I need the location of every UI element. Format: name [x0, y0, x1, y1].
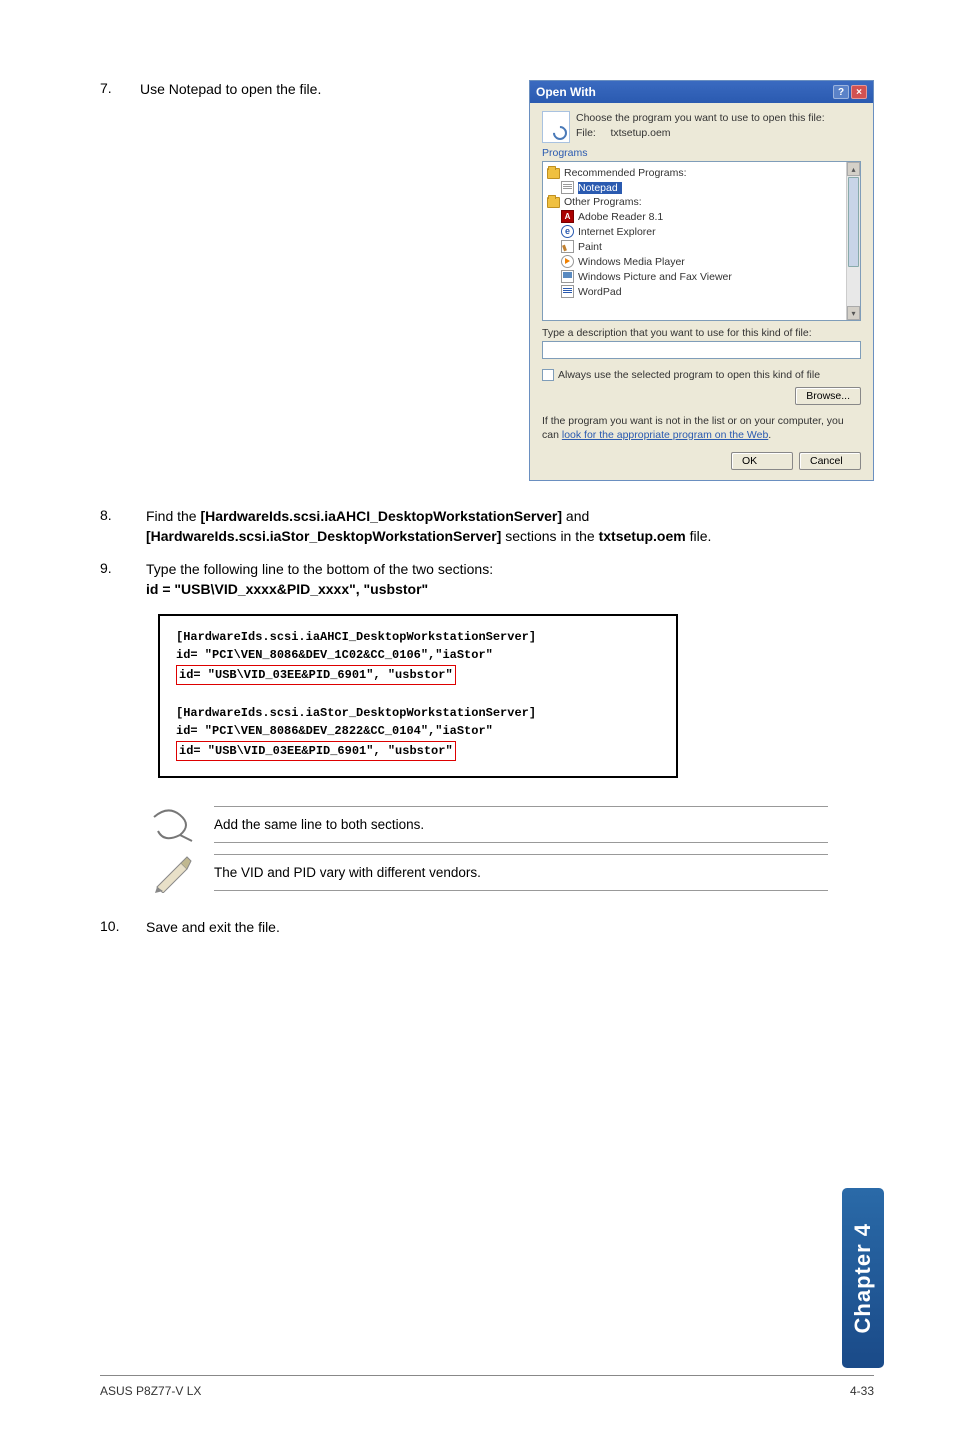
- list-item-label: Windows Picture and Fax Viewer: [578, 271, 732, 283]
- notepad-icon: [561, 181, 574, 194]
- dialog-head-line1: Choose the program you want to use to op…: [576, 111, 825, 126]
- dialog-titlebar[interactable]: Open With ? ×: [530, 81, 873, 103]
- list-item-label: Paint: [578, 241, 602, 253]
- scroll-down-icon[interactable]: ▾: [847, 306, 860, 320]
- scrollbar[interactable]: ▴ ▾: [846, 162, 860, 320]
- group-recommended: Recommended Programs:: [547, 166, 856, 180]
- chapter-tab-label: Chapter 4: [850, 1223, 876, 1333]
- step8-bold1: [HardwareIds.scsi.iaAHCI_DesktopWorkstat…: [200, 508, 562, 524]
- browse-button[interactable]: Browse...: [795, 387, 861, 405]
- code-line: id= "PCI\VEN_8086&DEV_2822&CC_0104","iaS…: [176, 722, 660, 740]
- code-box: [HardwareIds.scsi.iaAHCI_DesktopWorkstat…: [158, 614, 678, 778]
- open-with-dialog: Open With ? × Choose the program you wan…: [529, 80, 874, 481]
- wordpad-icon: [561, 285, 574, 298]
- pen-icon: [148, 852, 198, 894]
- paint-icon: [561, 240, 574, 253]
- footer-right: 4-33: [850, 1384, 874, 1398]
- help-icon[interactable]: ?: [833, 85, 849, 99]
- file-icon: [542, 111, 570, 143]
- step9-line1: Type the following line to the bottom of…: [146, 560, 854, 580]
- folder-icon: [547, 197, 560, 208]
- list-item-paint[interactable]: Paint: [547, 239, 856, 254]
- cancel-button[interactable]: Cancel: [799, 452, 861, 470]
- list-item-wordpad[interactable]: WordPad: [547, 284, 856, 299]
- list-item-notepad[interactable]: Notepad: [547, 180, 856, 195]
- group-other: Other Programs:: [547, 195, 856, 209]
- list-item-label: Notepad: [578, 182, 622, 194]
- folder-icon: [547, 168, 560, 179]
- step7-text: Use Notepad to open the file.: [140, 80, 509, 100]
- code-line: [HardwareIds.scsi.iaStor_DesktopWorkstat…: [176, 704, 660, 722]
- web-lookup-text: If the program you want is not in the li…: [542, 415, 861, 442]
- step8-number: 8.: [100, 507, 120, 546]
- wmp-icon: [561, 255, 574, 268]
- code-line-highlighted: id= "USB\VID_03EE&PID_6901", "usbstor": [176, 665, 456, 685]
- code-line: id= "PCI\VEN_8086&DEV_1C02&CC_0106","iaS…: [176, 646, 660, 664]
- always-use-checkbox[interactable]: [542, 369, 554, 381]
- list-item-label: Adobe Reader 8.1: [578, 211, 663, 223]
- note1-text: Add the same line to both sections.: [214, 806, 828, 843]
- group-other-label: Other Programs:: [564, 196, 642, 208]
- list-item-fax[interactable]: Windows Picture and Fax Viewer: [547, 269, 856, 284]
- file-label: File:: [576, 127, 596, 139]
- list-item-adobe[interactable]: Adobe Reader 8.1: [547, 209, 856, 224]
- fax-icon: [561, 270, 574, 283]
- ok-button[interactable]: OK: [731, 452, 793, 470]
- list-item-ie[interactable]: Internet Explorer: [547, 224, 856, 239]
- step8-pre: Find the: [146, 508, 200, 524]
- dialog-title: Open With: [536, 85, 596, 99]
- programs-label: Programs: [542, 147, 861, 159]
- group-recommended-label: Recommended Programs:: [564, 167, 687, 179]
- page-footer: ASUS P8Z77-V LX 4-33: [100, 1375, 874, 1398]
- list-item-label: Internet Explorer: [578, 226, 656, 238]
- list-item-label: WordPad: [578, 286, 622, 298]
- code-line-highlighted: id= "USB\VID_03EE&PID_6901", "usbstor": [176, 741, 456, 761]
- step9-text: Type the following line to the bottom of…: [146, 560, 874, 599]
- step7-number: 7.: [100, 80, 120, 96]
- file-name: txtsetup.oem: [610, 127, 670, 139]
- step9-number: 9.: [100, 560, 120, 599]
- scroll-thumb[interactable]: [848, 177, 859, 267]
- web-lookup-link[interactable]: look for the appropriate program on the …: [562, 429, 768, 441]
- step8-bold3: txtsetup.oem: [599, 528, 686, 544]
- ie-icon: [561, 225, 574, 238]
- link-post: .: [768, 429, 771, 441]
- note-icon: [148, 804, 198, 846]
- step10-number: 10.: [100, 918, 120, 938]
- description-label: Type a description that you want to use …: [542, 327, 861, 339]
- adobe-icon: [561, 210, 574, 223]
- close-icon[interactable]: ×: [851, 85, 867, 99]
- always-use-label: Always use the selected program to open …: [558, 369, 820, 381]
- list-item-label: Windows Media Player: [578, 256, 685, 268]
- code-line: [HardwareIds.scsi.iaAHCI_DesktopWorkstat…: [176, 628, 660, 646]
- note2-text: The VID and PID vary with different vend…: [214, 854, 828, 891]
- description-input[interactable]: [542, 341, 861, 359]
- list-item-wmp[interactable]: Windows Media Player: [547, 254, 856, 269]
- step8-mid1: and: [562, 508, 589, 524]
- footer-left: ASUS P8Z77-V LX: [100, 1384, 201, 1398]
- step10-text: Save and exit the file.: [146, 918, 874, 938]
- scroll-up-icon[interactable]: ▴: [847, 162, 860, 176]
- chapter-tab: Chapter 4: [842, 1188, 884, 1368]
- programs-listbox[interactable]: Recommended Programs: Notepad Other Prog…: [542, 161, 861, 321]
- step9-line2: id = "USB\VID_xxxx&PID_xxxx", "usbstor": [146, 581, 428, 597]
- step8-post: file.: [686, 528, 712, 544]
- step8-text: Find the [HardwareIds.scsi.iaAHCI_Deskto…: [146, 507, 874, 546]
- step8-mid2: sections in the: [501, 528, 598, 544]
- step8-bold2: [HardwareIds.scsi.iaStor_DesktopWorkstat…: [146, 528, 501, 544]
